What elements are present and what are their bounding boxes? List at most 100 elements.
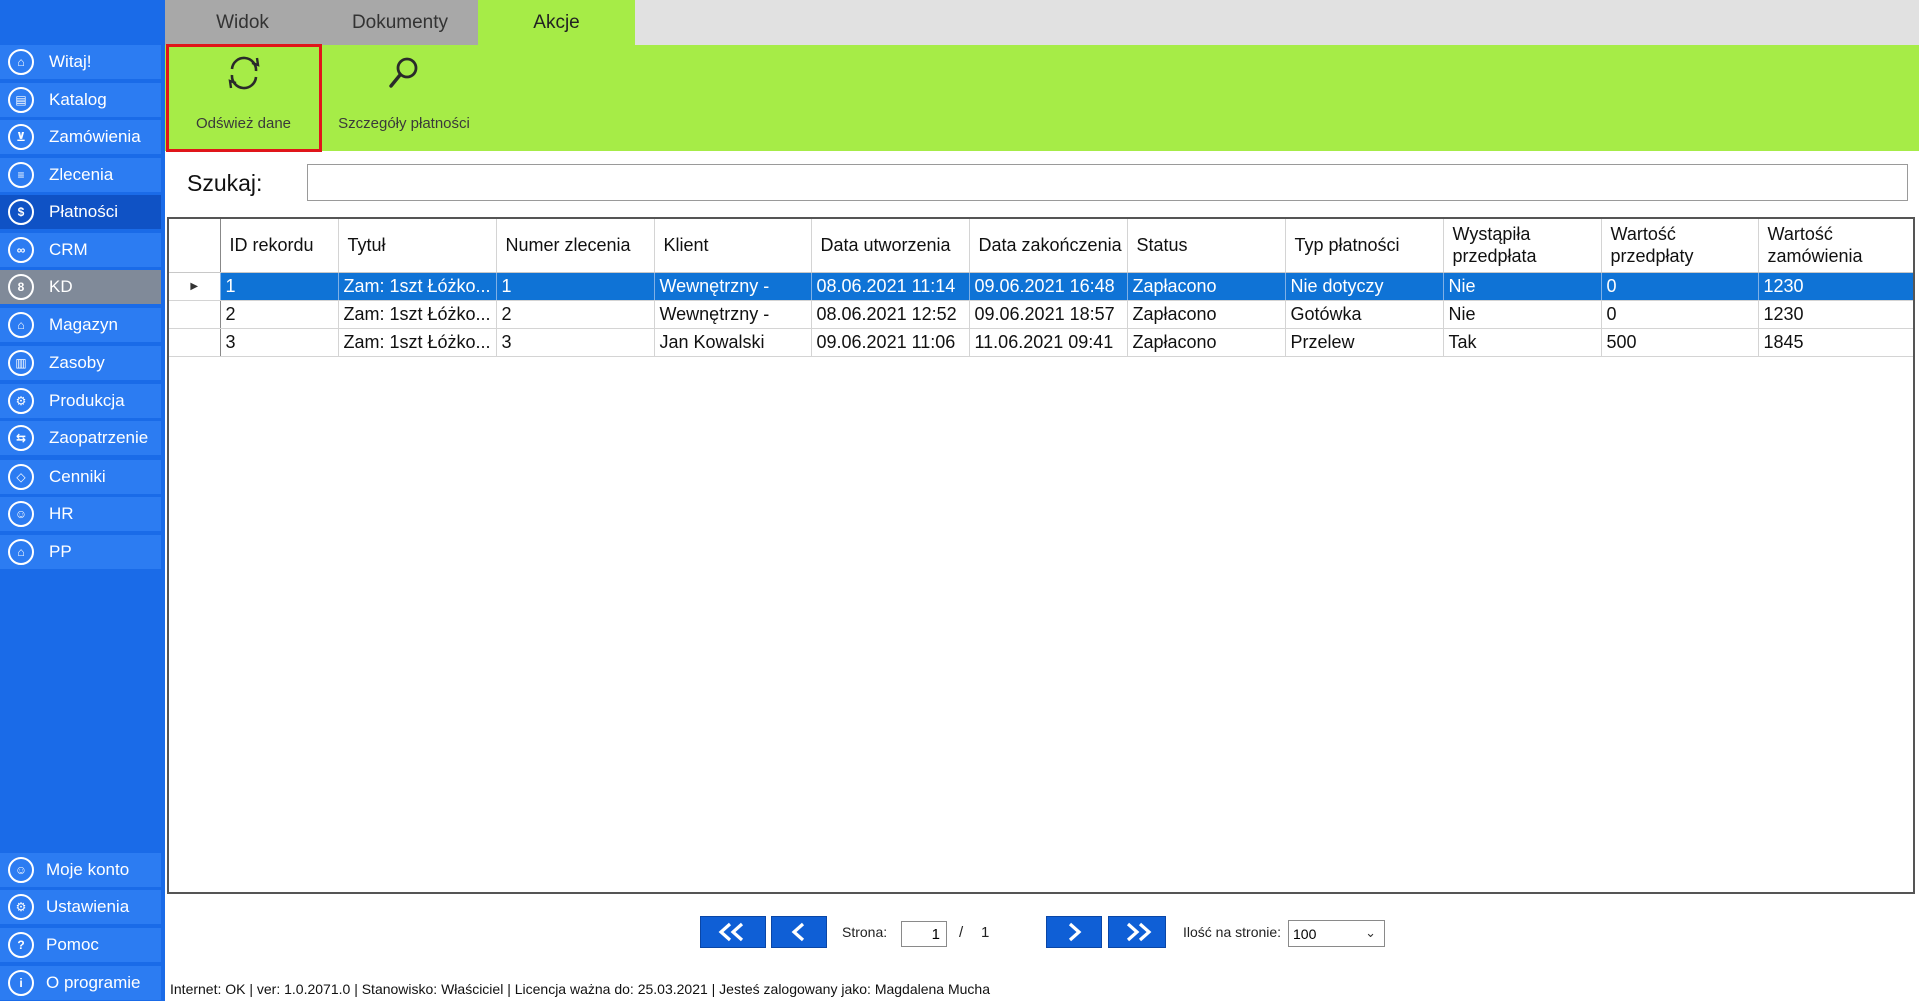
sidebar-bottom-moje-konto[interactable]: ☺ Moje konto <box>0 853 161 887</box>
table-cell[interactable]: 0 <box>1601 272 1759 301</box>
sidebar-item-label: KD <box>49 277 73 296</box>
production-icon: ⚙ <box>8 388 34 414</box>
table-cell[interactable]: Zapłacono <box>1127 272 1286 301</box>
table-cell[interactable]: 11.06.2021 09:41 <box>969 328 1128 357</box>
sidebar-item-crm[interactable]: ∞ CRM <box>0 233 161 267</box>
column-header[interactable]: Wartość przedpłaty <box>1601 219 1759 273</box>
table-cell[interactable]: 1 <box>496 272 655 301</box>
row-header[interactable]: ▶ <box>169 272 221 301</box>
table-cell[interactable]: 08.06.2021 11:14 <box>811 272 970 301</box>
per-page-label: Ilość na stronie: <box>1183 924 1282 940</box>
sidebar-item-zasoby[interactable]: ▥ Zasoby <box>0 346 161 380</box>
table-cell[interactable]: 2 <box>220 300 339 329</box>
table-cell[interactable]: 1230 <box>1758 272 1913 301</box>
table-cell[interactable]: Gotówka <box>1285 300 1444 329</box>
column-header[interactable]: Data utworzenia <box>811 219 970 273</box>
column-header[interactable]: Wystąpiła przedpłata <box>1443 219 1602 273</box>
sidebar-item-pp[interactable]: ⌂ PP <box>0 535 161 569</box>
table-row[interactable]: ▶ 1 Zam: 1szt Łóżko... 1 Wewnętrzny -08.06.2… <box>169 272 1913 301</box>
table-cell[interactable]: 08.06.2021 12:52 <box>811 300 970 329</box>
table-cell[interactable]: 09.06.2021 11:06 <box>811 328 970 357</box>
sidebar-bottom-o-programie[interactable]: i O programie <box>0 966 161 1000</box>
column-header[interactable]: Typ płatności <box>1285 219 1444 273</box>
table-cell[interactable]: Tak <box>1443 328 1602 357</box>
table-cell[interactable]: 500 <box>1601 328 1759 357</box>
sidebar-item-zaopatrzenie[interactable]: ⇆ Zaopatrzenie <box>0 421 161 455</box>
double-chevron-left-icon <box>718 922 744 942</box>
column-header[interactable]: Numer zlecenia <box>496 219 655 273</box>
table-cell[interactable]: 3 <box>496 328 655 357</box>
page-label: Strona: <box>842 924 888 940</box>
refresh-button[interactable]: Odśwież dane <box>167 45 320 151</box>
table-row[interactable]: 3 Zam: 1szt Łóżko... 3 Jan Kowalski 09.06.20… <box>169 328 1913 357</box>
table-cell[interactable]: Przelew <box>1285 328 1444 357</box>
column-header[interactable]: Status <box>1127 219 1286 273</box>
column-header[interactable]: Klient <box>654 219 812 273</box>
dollar-icon: $ <box>8 199 34 225</box>
table-cell[interactable]: Zapłacono <box>1127 328 1286 357</box>
column-header[interactable]: ID rekordu <box>220 219 339 273</box>
table-cell[interactable]: Wewnętrzny - <box>654 300 812 329</box>
table-cell[interactable]: Zapłacono <box>1127 300 1286 329</box>
sidebar-item-cenniki[interactable]: ◇ Cenniki <box>0 460 161 494</box>
table-cell[interactable]: Zam: 1szt Łóżko... <box>338 328 497 357</box>
last-page-button[interactable] <box>1108 916 1166 948</box>
table-cell[interactable]: 1845 <box>1758 328 1913 357</box>
table-cell[interactable]: Zam: 1szt Łóżko... <box>338 300 497 329</box>
chevron-right-icon <box>1068 922 1082 942</box>
tab-dokumenty[interactable]: Dokumenty <box>320 0 480 45</box>
payment-details-label: Szczegóły płatności <box>338 115 470 132</box>
table-cell[interactable]: Nie <box>1443 300 1602 329</box>
search-input[interactable] <box>307 164 1908 201</box>
table-cell[interactable]: Nie dotyczy <box>1285 272 1444 301</box>
sidebar-item-produkcja[interactable]: ⚙ Produkcja <box>0 384 161 418</box>
refresh-icon <box>224 53 264 98</box>
table-body: ▶ 1 Zam: 1szt Łóżko... 1 Wewnętrzny -08.06.2… <box>169 272 1913 357</box>
table-cell[interactable]: Jan Kowalski <box>654 328 812 357</box>
table-cell[interactable]: 3 <box>220 328 339 357</box>
sidebar-item-witaj-[interactable]: ⌂ Witaj! <box>0 45 161 79</box>
row-header[interactable] <box>169 300 221 329</box>
prev-page-button[interactable] <box>771 916 827 948</box>
row-header[interactable] <box>169 328 221 357</box>
sidebar-item-hr[interactable]: ☺ HR <box>0 497 161 531</box>
app-window: ⌂ Witaj! ▤ Katalog ⊻ Zamówienia ≡ Zlecenia $ Płat… <box>0 0 1919 1001</box>
hr-icon: ☺ <box>8 501 34 527</box>
table-cell[interactable]: 2 <box>496 300 655 329</box>
next-page-button[interactable] <box>1046 916 1102 948</box>
per-page-select[interactable]: 100 ⌄ <box>1288 920 1385 947</box>
table-cell[interactable]: 0 <box>1601 300 1759 329</box>
column-header[interactable]: Data zakończenia <box>969 219 1128 273</box>
sidebar-item-płatności[interactable]: $ Płatności <box>0 195 161 229</box>
payment-details-button[interactable]: Szczegóły płatności <box>325 45 483 151</box>
first-page-button[interactable] <box>700 916 766 948</box>
column-header[interactable]: Tytuł <box>338 219 497 273</box>
column-header[interactable]: Wartość zamówienia <box>1758 219 1913 273</box>
tab-akcje[interactable]: Akcje <box>478 0 635 45</box>
table-row[interactable]: 2 Zam: 1szt Łóżko... 2 Wewnętrzny -08.06.20… <box>169 300 1913 329</box>
sidebar-item-label: Cenniki <box>49 467 106 486</box>
table-cell[interactable]: 09.06.2021 18:57 <box>969 300 1128 329</box>
status-bar: Internet: OK | ver: 1.0.2071.0 | Stanowi… <box>170 981 991 997</box>
tab-widok[interactable]: Widok <box>165 0 320 45</box>
sidebar-item-magazyn[interactable]: ⌂ Magazyn <box>0 308 161 342</box>
table-cell[interactable]: Nie <box>1443 272 1602 301</box>
table-cell[interactable]: 09.06.2021 16:48 <box>969 272 1128 301</box>
info-icon: i <box>8 970 34 996</box>
sidebar-item-zamówienia[interactable]: ⊻ Zamówienia <box>0 120 161 154</box>
sidebar-item-zlecenia[interactable]: ≡ Zlecenia <box>0 158 161 192</box>
table-cell[interactable]: 1230 <box>1758 300 1913 329</box>
sidebar-item-label: Płatności <box>49 202 118 221</box>
sidebar-item-label: Moje konto <box>46 860 130 879</box>
refresh-label: Odśwież dane <box>195 115 292 132</box>
page-number-input[interactable] <box>901 921 947 947</box>
sidebar-item-label: Zaopatrzenie <box>49 428 149 447</box>
sidebar-item-kd[interactable]: 8 KD <box>0 270 161 304</box>
table-cell[interactable]: Zam: 1szt Łóżko... <box>338 272 497 301</box>
payments-grid: ID rekordu Tytuł Numer zlecenia Klient Data … <box>167 217 1915 894</box>
sidebar-item-katalog[interactable]: ▤ Katalog <box>0 83 161 117</box>
table-cell[interactable]: 1 <box>220 272 339 301</box>
resources-icon: ▥ <box>8 350 34 376</box>
table-cell[interactable]: Wewnętrzny - <box>654 272 812 301</box>
sidebar-item-label: CRM <box>49 240 88 259</box>
